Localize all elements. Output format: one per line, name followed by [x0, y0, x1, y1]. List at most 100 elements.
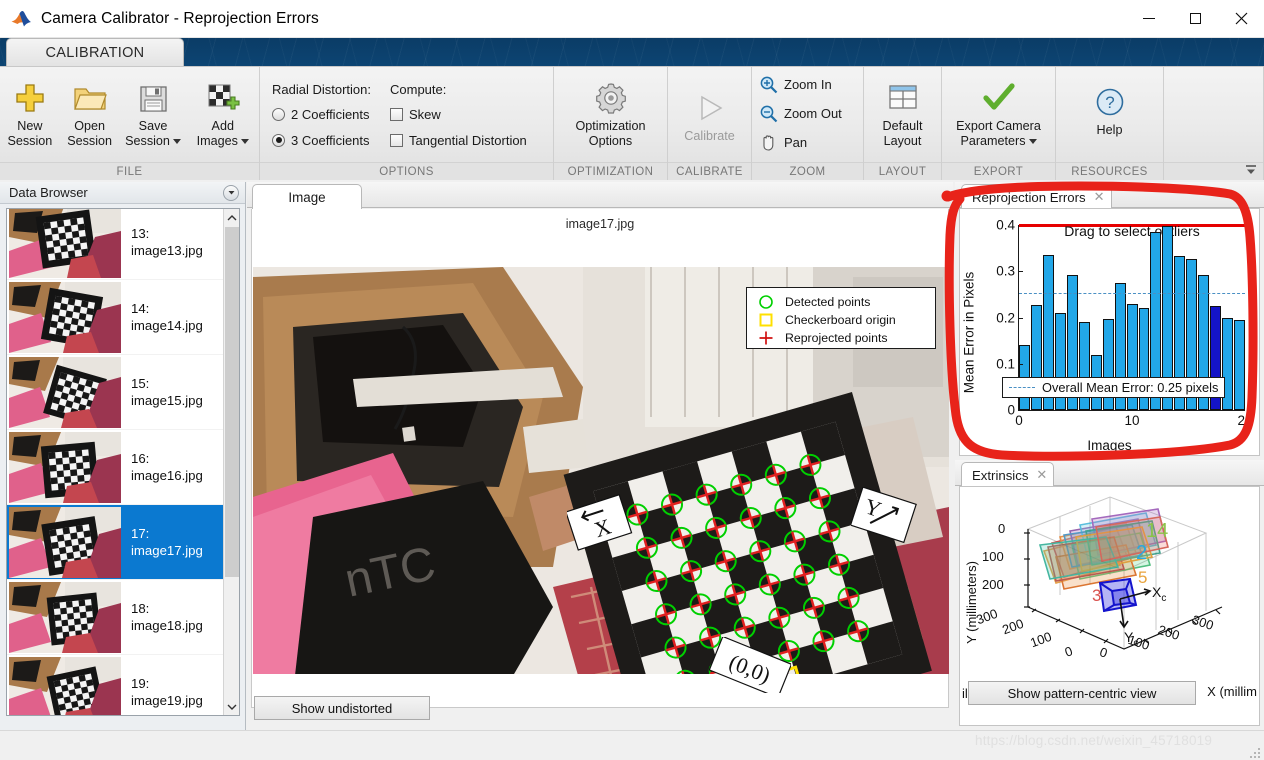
- thumbnail-items: 13: image13.jpg 14: image14.jpg 15: imag…: [7, 209, 225, 715]
- optimization-options-button[interactable]: Optimization Options: [557, 73, 665, 149]
- save-session-line1: Save: [138, 119, 168, 133]
- legend-label-reprojected: Reprojected points: [785, 331, 888, 345]
- zoom-out-button[interactable]: Zoom Out: [752, 99, 850, 128]
- export-camera-parameters-button[interactable]: Export Camera Parameters: [944, 73, 1054, 149]
- list-item[interactable]: 14: image14.jpg: [7, 280, 225, 355]
- mean-error-legend: Overall Mean Error: 0.25 pixels: [1002, 377, 1226, 398]
- radio-3-coefficients-icon: [272, 133, 285, 147]
- list-item[interactable]: 16: image16.jpg: [7, 430, 225, 505]
- optimization-options-line1: Optimization: [575, 119, 646, 133]
- show-undistorted-button[interactable]: Show undistorted: [254, 696, 430, 720]
- add-images-icon: [206, 77, 240, 119]
- add-images-caret-icon[interactable]: [240, 139, 249, 145]
- list-item[interactable]: 13: image13.jpg: [7, 209, 225, 280]
- collapse-ribbon-icon[interactable]: [1242, 161, 1260, 179]
- resize-grip-icon[interactable]: [1250, 746, 1261, 758]
- tab-calibration[interactable]: CALIBRATION: [6, 38, 184, 66]
- reprojection-tabbar: Reprojection Errors ✕: [955, 182, 1264, 209]
- scrollbar-thumb[interactable]: [225, 227, 239, 577]
- thumbnail-image: [9, 209, 121, 278]
- chart-ytick: 0.3: [996, 263, 1015, 279]
- thumbnail-image: [9, 356, 121, 428]
- scroll-up-icon[interactable]: [224, 209, 239, 226]
- calibrate-button[interactable]: Calibrate: [670, 73, 750, 144]
- window-controls: [1126, 0, 1264, 38]
- calibrate-label: Calibrate: [684, 129, 735, 143]
- list-item[interactable]: 19: image19.jpg: [7, 655, 225, 715]
- save-session-button[interactable]: Save Session: [120, 73, 187, 149]
- extrinsics-xlabel: X (millim: [1207, 684, 1257, 699]
- radio-3-coefficients[interactable]: 3 Coefficients: [272, 133, 390, 148]
- extrinsics-plot-body[interactable]: 14 2 5 3 Y (millimeters) 0 100 200 300 2…: [959, 486, 1260, 726]
- thumbnail-image: [9, 506, 121, 578]
- reprojected-points-plus-icon: [747, 330, 785, 346]
- tab-image[interactable]: Image: [252, 184, 362, 209]
- chart-ytick: 0.4: [996, 217, 1015, 233]
- floppy-disk-icon: [138, 77, 169, 119]
- close-icon[interactable]: ✕: [1094, 189, 1105, 205]
- tab-reprojection-errors[interactable]: Reprojection Errors ✕: [961, 184, 1112, 209]
- image-legend: Detected points Checkerboard origin Repr…: [746, 287, 936, 349]
- list-item-label: 13: image13.jpg: [131, 226, 203, 258]
- maximize-button[interactable]: [1172, 0, 1218, 38]
- checkbox-tangential-label: Tangential Distortion: [409, 132, 527, 148]
- list-item-label: 18: image18.jpg: [131, 601, 203, 633]
- gear-icon: [594, 77, 628, 119]
- radio-3-coefficients-label: 3 Coefficients: [291, 132, 370, 148]
- extrinsics-tabbar: Extrinsics ✕: [955, 460, 1264, 487]
- play-triangle-icon: [694, 87, 726, 129]
- save-session-caret-icon[interactable]: [172, 139, 181, 145]
- scroll-down-icon[interactable]: [224, 698, 239, 715]
- folder-icon: [73, 77, 107, 119]
- image-thumbnail-list[interactable]: 13: image13.jpg 14: image14.jpg 15: imag…: [6, 208, 240, 716]
- bar[interactable]: [1234, 319, 1246, 410]
- zoom-out-label: Zoom Out: [784, 106, 842, 121]
- close-button[interactable]: [1218, 0, 1264, 38]
- image-document-panel: Image image17.jpg nTC X Y (0,0) Detected…: [247, 182, 953, 730]
- legend-row: Checkerboard origin: [747, 311, 935, 329]
- ribbon-group-export: Export Camera Parameters EXPORT: [942, 67, 1056, 180]
- reprojection-chart-body[interactable]: Mean Error in Pixels Drag to select outl…: [959, 208, 1260, 456]
- checkbox-tangential-distortion[interactable]: Tangential Distortion: [390, 133, 570, 148]
- close-icon[interactable]: ✕: [1036, 467, 1047, 483]
- add-images-button[interactable]: Add Images: [187, 73, 259, 149]
- thumbnail-list-scrollbar[interactable]: [223, 209, 239, 715]
- default-layout-button[interactable]: Default Layout: [866, 73, 940, 149]
- checkbox-skew-icon: [390, 107, 403, 121]
- radio-2-coefficients[interactable]: 2 Coefficients: [272, 107, 390, 122]
- zoom-in-button[interactable]: Zoom In: [752, 70, 840, 99]
- list-item[interactable]: 18: image18.jpg: [7, 580, 225, 655]
- list-item[interactable]: 15: image15.jpg: [7, 355, 225, 430]
- image-canvas[interactable]: image17.jpg nTC X Y (0,0) Detected point…: [251, 209, 949, 694]
- add-images-line1: Add: [211, 119, 234, 133]
- help-button[interactable]: ? Help: [1073, 73, 1147, 138]
- data-browser-title: Data Browser: [9, 185, 88, 200]
- checkbox-tangential-icon: [390, 133, 403, 147]
- help-label: Help: [1096, 123, 1123, 137]
- default-layout-line1: Default: [882, 119, 923, 133]
- checkbox-skew[interactable]: Skew: [390, 107, 570, 122]
- export-caret-icon[interactable]: [1028, 139, 1037, 145]
- data-browser-menu-icon[interactable]: [223, 184, 239, 201]
- tab-extrinsics[interactable]: Extrinsics ✕: [961, 462, 1055, 487]
- list-item-selected[interactable]: 17: image17.jpg: [7, 505, 225, 580]
- ribbon-group-label-calibrate: CALIBRATE: [668, 162, 751, 180]
- chart-xlabel: Images: [1087, 438, 1132, 453]
- extrinsics-3d-plot[interactable]: 14 2 5 3 Y (millimeters) 0 100 200 300 2…: [960, 487, 1259, 725]
- detected-points-circle-icon: [747, 294, 785, 310]
- data-browser-panel: Data Browser 13: image13.jpg 14: image14…: [0, 182, 246, 730]
- show-pattern-centric-view-button[interactable]: Show pattern-centric view: [968, 681, 1196, 705]
- svg-text:?: ?: [1105, 93, 1114, 112]
- window-titlebar: Camera Calibrator - Reprojection Errors: [0, 0, 1264, 38]
- thumbnail-image: [9, 281, 121, 353]
- zoom-in-label: Zoom In: [784, 77, 832, 92]
- pan-button[interactable]: Pan: [752, 128, 815, 157]
- mean-error-label: Overall Mean Error: 0.25 pixels: [1042, 380, 1219, 395]
- new-session-line1: New: [17, 119, 43, 133]
- new-session-button[interactable]: New Session: [0, 73, 60, 149]
- list-item-label: 19: image19.jpg: [131, 676, 203, 708]
- minimize-button[interactable]: [1126, 0, 1172, 38]
- open-session-button[interactable]: Open Session: [60, 73, 120, 149]
- legend-label-origin: Checkerboard origin: [785, 313, 896, 327]
- extrinsics-panel: Extrinsics ✕ 14 2 5 3 Y (millimeters) 0 …: [955, 460, 1264, 730]
